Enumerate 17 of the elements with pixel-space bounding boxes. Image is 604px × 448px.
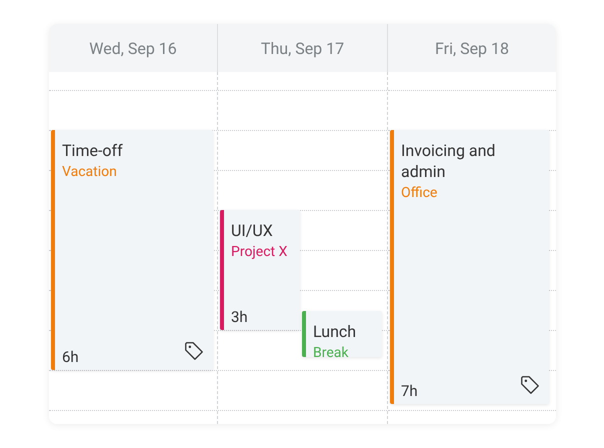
day-header: Fri, Sep 18 <box>434 38 510 60</box>
event-category: Vacation <box>62 163 118 182</box>
event-category: Office <box>401 184 438 203</box>
event-duration: 6h <box>62 348 79 366</box>
event-card[interactable]: Invoicing and admin Office 7h <box>390 130 549 404</box>
event-card[interactable]: Time-off Vacation 6h <box>51 130 213 370</box>
event-duration: 7h <box>401 382 418 400</box>
event-title: UI/UX <box>231 220 274 241</box>
tag-icon[interactable] <box>519 374 541 396</box>
tag-icon[interactable] <box>183 340 205 362</box>
event-duration: 3h <box>231 308 248 326</box>
event-title: Time-off <box>62 140 124 161</box>
event-card[interactable]: UI/UX Project X 3h <box>220 210 300 330</box>
event-title: Lunch <box>313 321 358 342</box>
event-card[interactable]: Lunch Break <box>302 311 382 357</box>
event-title: Invoicing and admin <box>401 140 496 182</box>
event-category: Project X <box>231 243 288 262</box>
